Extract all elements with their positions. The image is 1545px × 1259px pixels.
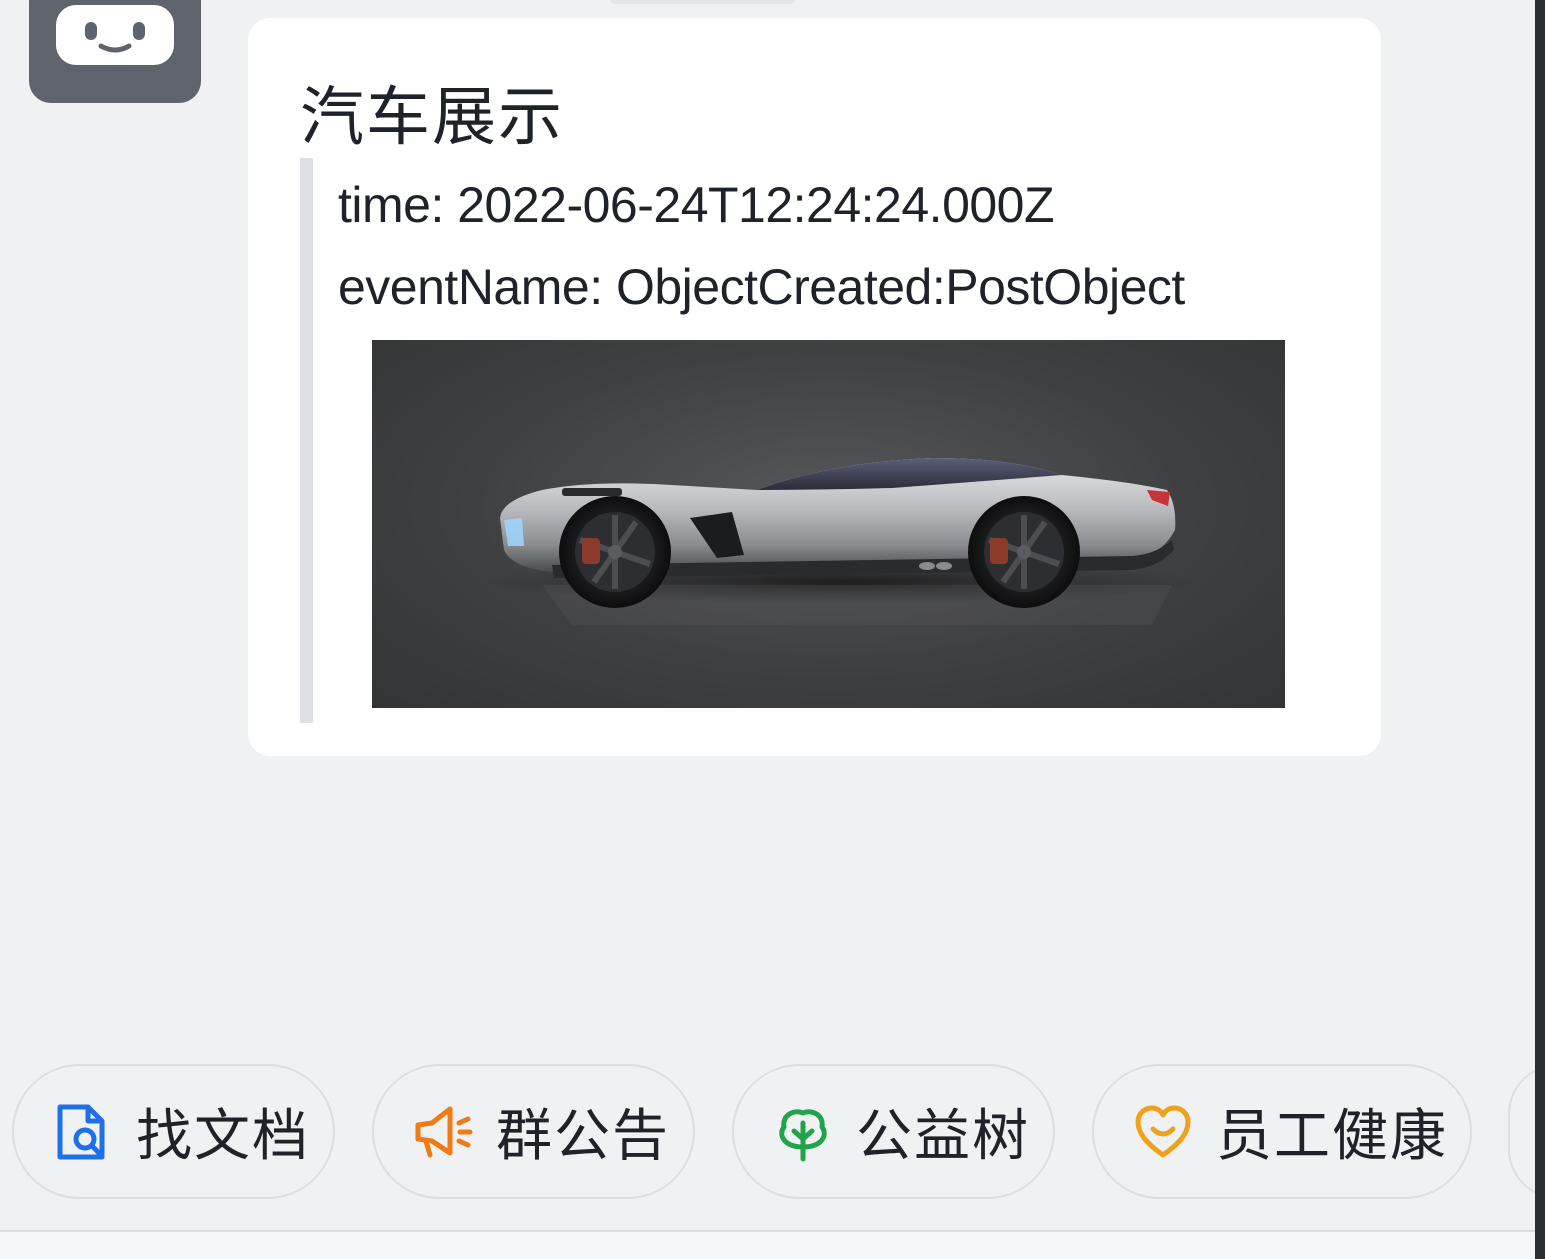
shortcut-label: 公益树 [856, 1104, 1030, 1169]
quote-block: time: 2022-06-24T12:24:24.000Z eventName… [300, 158, 1300, 723]
heart-smile-icon [1135, 1105, 1191, 1157]
doc-search-icon [57, 1104, 105, 1159]
bot-avatar[interactable] [29, 0, 201, 103]
shortcut-group-notice[interactable]: 群公告 [372, 1064, 695, 1199]
shortcut-label: 找文档 [136, 1104, 310, 1169]
car-illustration [482, 458, 1202, 625]
shortcut-bar: 找文档 群公告 公益树 员工健康 [0, 1064, 1545, 1200]
chat-page: 汽车展示 time: 2022-06-24T12:24:24.000Z even… [0, 0, 1545, 1259]
megaphone-icon [415, 1106, 473, 1157]
robot-icon [56, 5, 174, 65]
tree-icon [779, 1108, 827, 1161]
quote-bar [300, 158, 313, 723]
bottom-bar [0, 1232, 1535, 1259]
previous-item-edge [610, 0, 795, 4]
shortcut-charity-tree[interactable]: 公益树 [732, 1064, 1055, 1199]
car-image[interactable] [372, 340, 1285, 708]
shortcut-find-docs[interactable]: 找文档 [12, 1064, 335, 1199]
shortcut-label: 群公告 [496, 1104, 670, 1169]
shortcut-label: 员工健康 [1216, 1104, 1448, 1169]
window-edge [1535, 0, 1545, 1259]
event-name-field: eventName: ObjectCreated:PostObject [338, 259, 1185, 315]
message-card[interactable]: 汽车展示 time: 2022-06-24T12:24:24.000Z even… [248, 18, 1381, 756]
shortcut-employee-health[interactable]: 员工健康 [1092, 1064, 1472, 1199]
time-field: time: 2022-06-24T12:24:24.000Z [338, 177, 1055, 233]
card-title: 汽车展示 [300, 81, 564, 155]
